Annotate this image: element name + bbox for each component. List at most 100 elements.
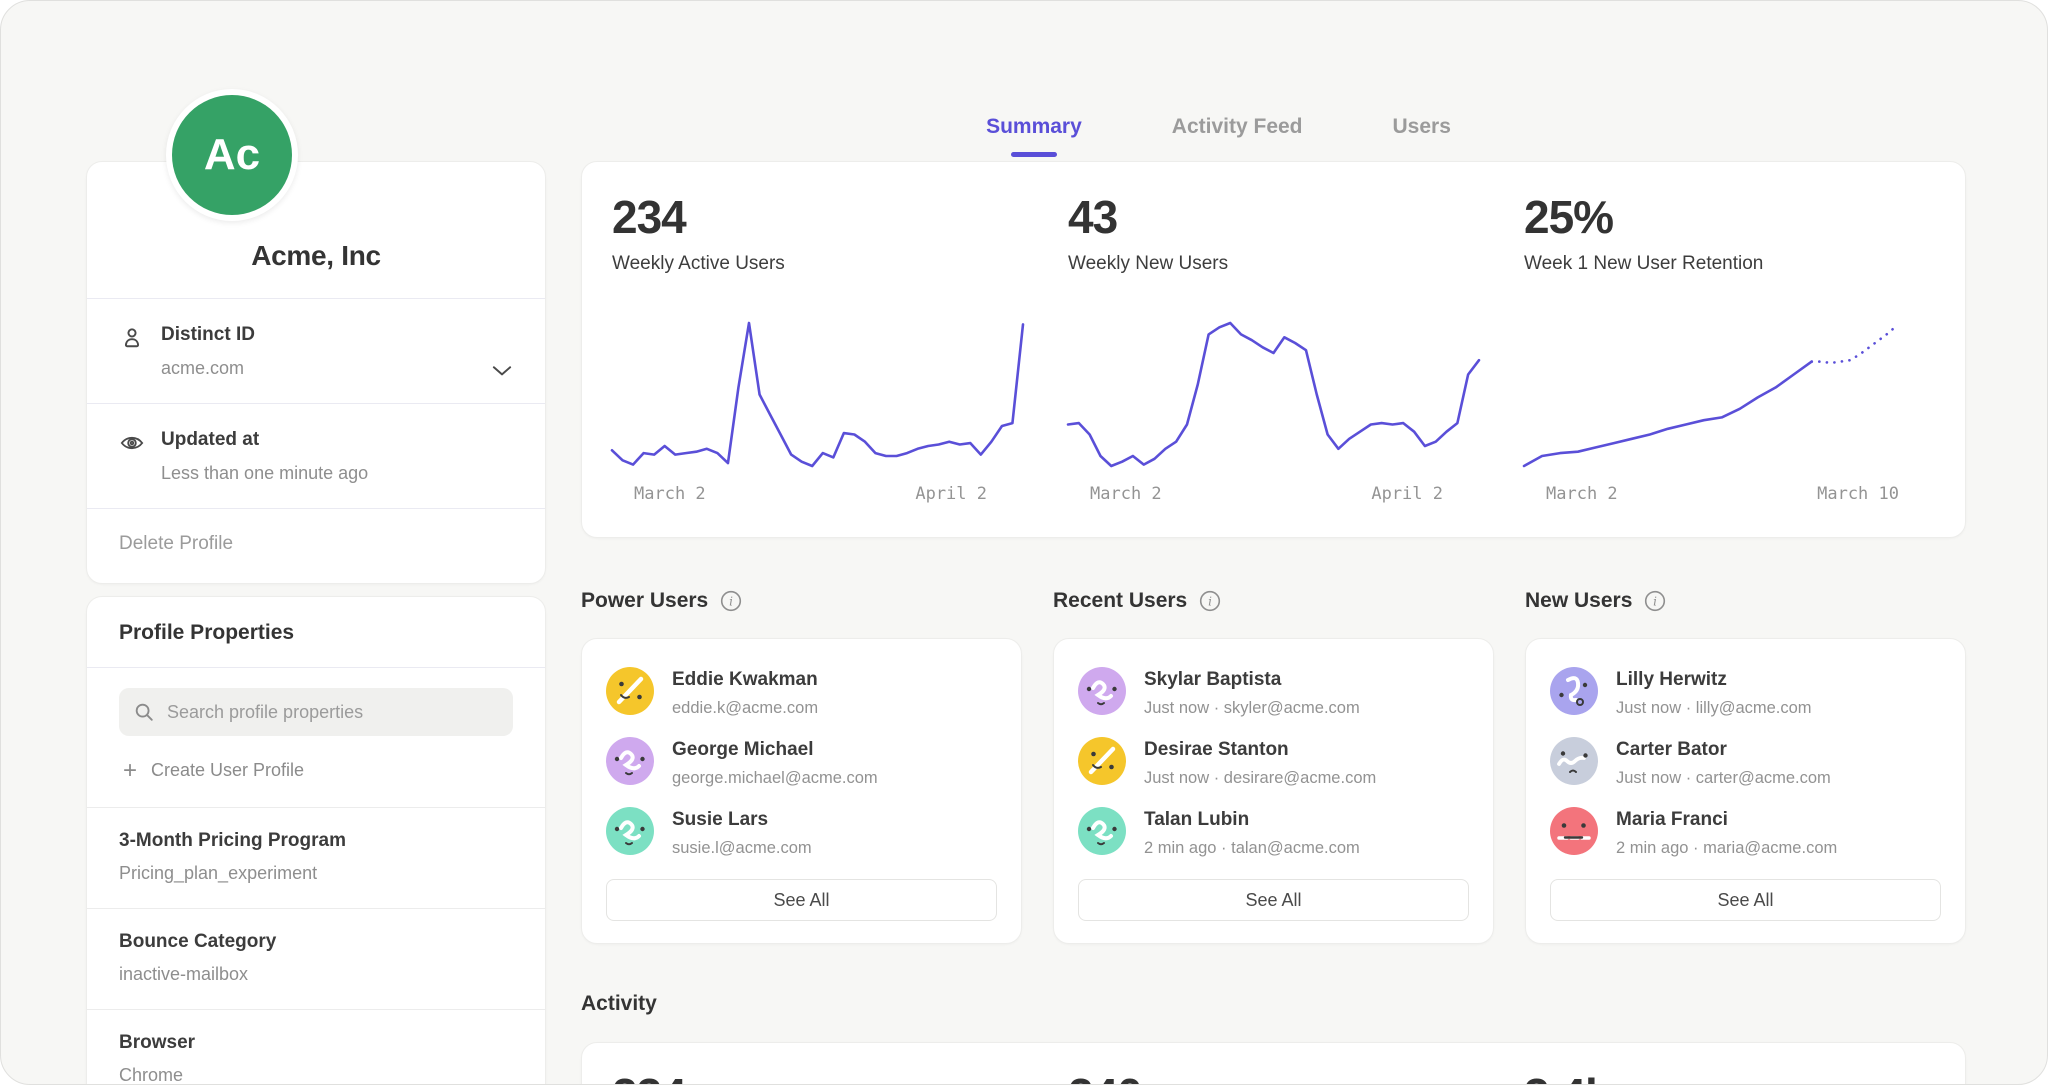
user-row[interactable]: Eddie Kwakman eddie.k@acme.com — [606, 667, 997, 718]
power-users-section: Power Users i Eddie Kwakman eddie.k@acme… — [581, 588, 1022, 944]
user-detail: Just now · lilly@acme.com — [1616, 699, 1812, 718]
user-avatar — [1078, 667, 1126, 715]
company-avatar: Ac — [172, 95, 292, 215]
user-row[interactable]: Skylar Baptista Just now · skyler@acme.c… — [1078, 667, 1469, 718]
tab-activity-feed[interactable]: Activity Feed — [1166, 101, 1309, 153]
user-name: Eddie Kwakman — [672, 667, 818, 691]
user-detail: 2 min ago · maria@acme.com — [1616, 839, 1837, 858]
person-icon — [119, 325, 145, 351]
section-title: New Users — [1525, 589, 1632, 613]
new-users-section: New Users i Lilly Herwitz Just now · lil… — [1525, 588, 1966, 944]
user-detail: Just now · desirare@acme.com — [1144, 769, 1376, 788]
activity-card: 234 240 3.4k — [581, 1042, 1966, 1085]
tab-users[interactable]: Users — [1387, 101, 1457, 153]
property-value: inactive-mailbox — [119, 964, 513, 985]
stat-label: Weekly Active Users — [612, 253, 1023, 275]
user-name: Talan Lubin — [1144, 807, 1360, 831]
field-updated-at: Updated at Less than one minute ago — [87, 404, 545, 508]
create-user-profile-button[interactable]: + Create User Profile — [87, 736, 340, 807]
field-value: acme.com — [161, 358, 255, 379]
user-name: Skylar Baptista — [1144, 667, 1360, 691]
weekly-active-users-panel: 234 Weekly Active Users March 2 April 2 — [612, 194, 1023, 497]
section-title: Power Users — [581, 589, 708, 613]
main-content: Summary Activity Feed Users 234 Weekly A… — [581, 101, 1966, 1085]
user-name: George Michael — [672, 737, 878, 761]
create-user-profile-label: Create User Profile — [151, 760, 304, 781]
company-avatar-ring: Ac — [166, 89, 298, 221]
info-icon[interactable]: i — [720, 590, 742, 612]
user-row[interactable]: George Michael george.michael@acme.com — [606, 737, 997, 788]
retention-panel: 25% Week 1 New User Retention March 2 Ma… — [1524, 194, 1935, 497]
property-row[interactable]: 3-Month Pricing Program Pricing_plan_exp… — [87, 807, 545, 908]
user-row[interactable]: Carter Bator Just now · carter@acme.com — [1550, 737, 1941, 788]
tab-bar: Summary Activity Feed Users — [581, 101, 1966, 161]
user-detail: george.michael@acme.com — [672, 769, 878, 788]
search-input[interactable] — [165, 701, 499, 724]
x-tick: April 2 — [1371, 484, 1443, 504]
x-tick: March 10 — [1817, 484, 1899, 504]
activity-stat: 240 — [1068, 1072, 1479, 1085]
svg-text:i: i — [1653, 594, 1657, 608]
x-axis-ticks: March 2 April 2 — [1068, 484, 1479, 504]
user-avatar — [606, 737, 654, 785]
profile-card: Acme, Inc Distinct ID acme.com — [86, 161, 546, 584]
user-row[interactable]: Desirae Stanton Just now · desirare@acme… — [1078, 737, 1469, 788]
search-profile-properties[interactable] — [119, 688, 513, 736]
property-name: Browser — [119, 1032, 513, 1054]
property-value: Chrome — [119, 1065, 513, 1085]
stat-value: 234 — [612, 194, 1023, 240]
svg-text:i: i — [1208, 594, 1212, 608]
stat-label: Weekly New Users — [1068, 253, 1479, 275]
info-icon[interactable]: i — [1644, 590, 1666, 612]
x-tick: March 2 — [1546, 484, 1618, 504]
profile-properties-title: Profile Properties — [87, 597, 545, 667]
user-detail: eddie.k@acme.com — [672, 699, 818, 718]
user-row[interactable]: Maria Franci 2 min ago · maria@acme.com — [1550, 807, 1941, 858]
property-name: 3-Month Pricing Program — [119, 830, 513, 852]
user-row[interactable]: Talan Lubin 2 min ago · talan@acme.com — [1078, 807, 1469, 858]
user-detail: 2 min ago · talan@acme.com — [1144, 839, 1360, 858]
x-tick: April 2 — [915, 484, 987, 504]
chevron-down-icon[interactable] — [489, 357, 515, 383]
stat-value: 43 — [1068, 194, 1479, 240]
power-users-card: Eddie Kwakman eddie.k@acme.com George Mi… — [581, 638, 1022, 944]
user-row[interactable]: Susie Lars susie.l@acme.com — [606, 807, 997, 858]
field-distinct-id: Distinct ID acme.com — [87, 299, 545, 403]
x-tick: March 2 — [1090, 484, 1162, 504]
delete-profile-button[interactable]: Delete Profile — [119, 533, 233, 555]
see-all-button[interactable]: See All — [1078, 879, 1469, 921]
user-detail: susie.l@acme.com — [672, 839, 812, 858]
plus-icon: + — [123, 762, 137, 780]
company-name: Acme, Inc — [87, 162, 545, 298]
info-icon[interactable]: i — [1199, 590, 1221, 612]
see-all-button[interactable]: See All — [606, 879, 997, 921]
property-row[interactable]: Browser Chrome — [87, 1009, 545, 1085]
user-detail: Just now · skyler@acme.com — [1144, 699, 1360, 718]
user-avatar — [1550, 737, 1598, 785]
user-avatar — [606, 667, 654, 715]
tab-summary[interactable]: Summary — [980, 101, 1088, 153]
property-value: Pricing_plan_experiment — [119, 863, 513, 884]
profile-properties-card: Profile Properties + Create User Profile… — [86, 596, 546, 1085]
summary-stats-card: 234 Weekly Active Users March 2 April 2 … — [581, 161, 1966, 538]
section-title: Recent Users — [1053, 589, 1187, 613]
x-axis-ticks: March 2 April 2 — [612, 484, 1023, 504]
user-sections: Power Users i Eddie Kwakman eddie.k@acme… — [581, 588, 1966, 944]
eye-icon — [119, 430, 145, 456]
activity-stat: 234 — [612, 1072, 1023, 1085]
user-avatar — [1550, 807, 1598, 855]
weekly-new-users-panel: 43 Weekly New Users March 2 April 2 — [1068, 194, 1479, 497]
user-avatar — [606, 807, 654, 855]
weekly-new-users-chart — [1068, 317, 1479, 472]
user-detail: Just now · carter@acme.com — [1616, 769, 1831, 788]
property-name: Bounce Category — [119, 931, 513, 953]
see-all-button[interactable]: See All — [1550, 879, 1941, 921]
user-avatar — [1550, 667, 1598, 715]
user-name: Lilly Herwitz — [1616, 667, 1812, 691]
user-row[interactable]: Lilly Herwitz Just now · lilly@acme.com — [1550, 667, 1941, 718]
user-name: Susie Lars — [672, 807, 812, 831]
app-window: Ac Acme, Inc Distinct ID acme.com — [0, 0, 2048, 1085]
svg-text:i: i — [729, 594, 733, 608]
user-avatar — [1078, 807, 1126, 855]
property-row[interactable]: Bounce Category inactive-mailbox — [87, 908, 545, 1009]
